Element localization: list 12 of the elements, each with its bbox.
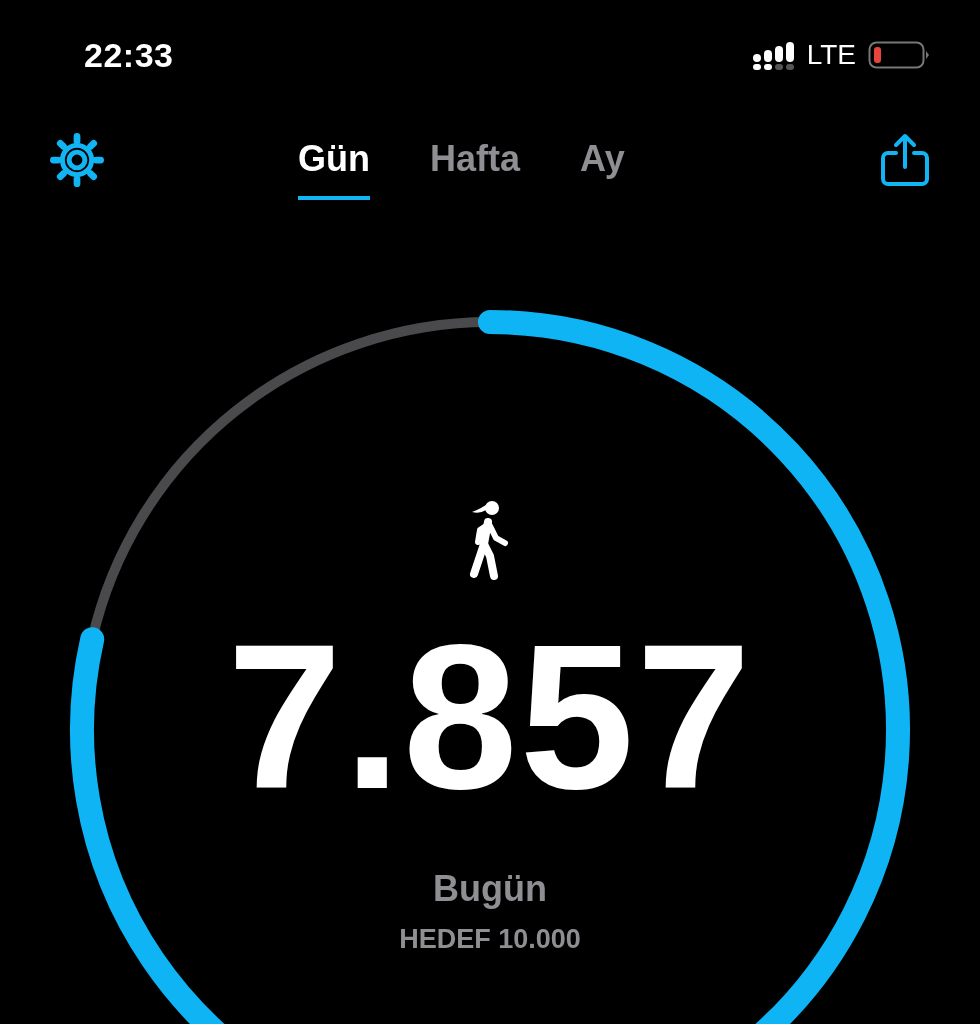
goal-label: HEDEF 10.000: [399, 924, 581, 955]
period-label: Bugün: [433, 868, 547, 910]
status-time: 22:33: [84, 35, 174, 75]
settings-button[interactable]: [50, 133, 104, 187]
tab[interactable]: Hafta: [430, 138, 520, 200]
tab[interactable]: Ay: [580, 138, 625, 200]
network-label: LTE: [806, 39, 856, 71]
battery-icon: [868, 41, 930, 69]
tab[interactable]: Gün: [298, 138, 370, 200]
step-count: 7.857: [227, 614, 753, 820]
share-button[interactable]: [880, 133, 930, 187]
signal-icon: [752, 40, 795, 70]
